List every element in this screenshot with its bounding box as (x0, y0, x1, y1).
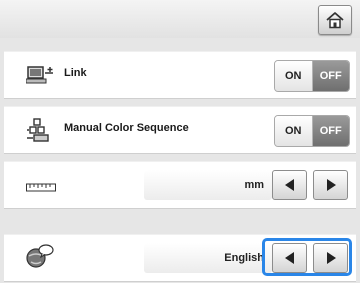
right-arrow-icon (326, 252, 336, 264)
manual-color-sequence-off-button[interactable]: OFF (312, 116, 349, 146)
link-label: Link (64, 67, 87, 79)
globe-speech-icon (26, 243, 54, 274)
manual-color-sequence-label: Manual Color Sequence (64, 122, 189, 134)
unit-arrows (272, 170, 348, 200)
home-icon (326, 12, 344, 29)
left-arrow-icon (284, 252, 294, 264)
manual-color-sequence-toggle[interactable]: ON OFF (274, 115, 350, 147)
language-value: English (144, 243, 272, 273)
link-off-button[interactable]: OFF (312, 61, 349, 91)
language-right-button[interactable] (313, 243, 348, 273)
computer-link-icon (25, 64, 56, 91)
ruler-icon (26, 180, 56, 198)
color-sequence-icon (26, 117, 54, 148)
home-button[interactable] (318, 5, 352, 35)
right-arrow-icon (326, 179, 336, 191)
setting-row-manual-color-sequence: Manual Color Sequence ON OFF (4, 106, 356, 153)
link-on-button[interactable]: ON (275, 61, 313, 91)
top-bar (0, 0, 360, 38)
unit-left-button[interactable] (272, 170, 307, 200)
link-toggle[interactable]: ON OFF (274, 60, 350, 92)
language-arrows (272, 243, 348, 273)
manual-color-sequence-on-button[interactable]: ON (275, 116, 313, 146)
unit-right-button[interactable] (313, 170, 348, 200)
setting-row-language: English (4, 234, 356, 281)
left-arrow-icon (284, 179, 294, 191)
setting-row-unit: mm (4, 161, 356, 208)
unit-value: mm (144, 170, 272, 200)
setting-row-link: Link ON OFF (4, 51, 356, 98)
language-left-button[interactable] (272, 243, 307, 273)
